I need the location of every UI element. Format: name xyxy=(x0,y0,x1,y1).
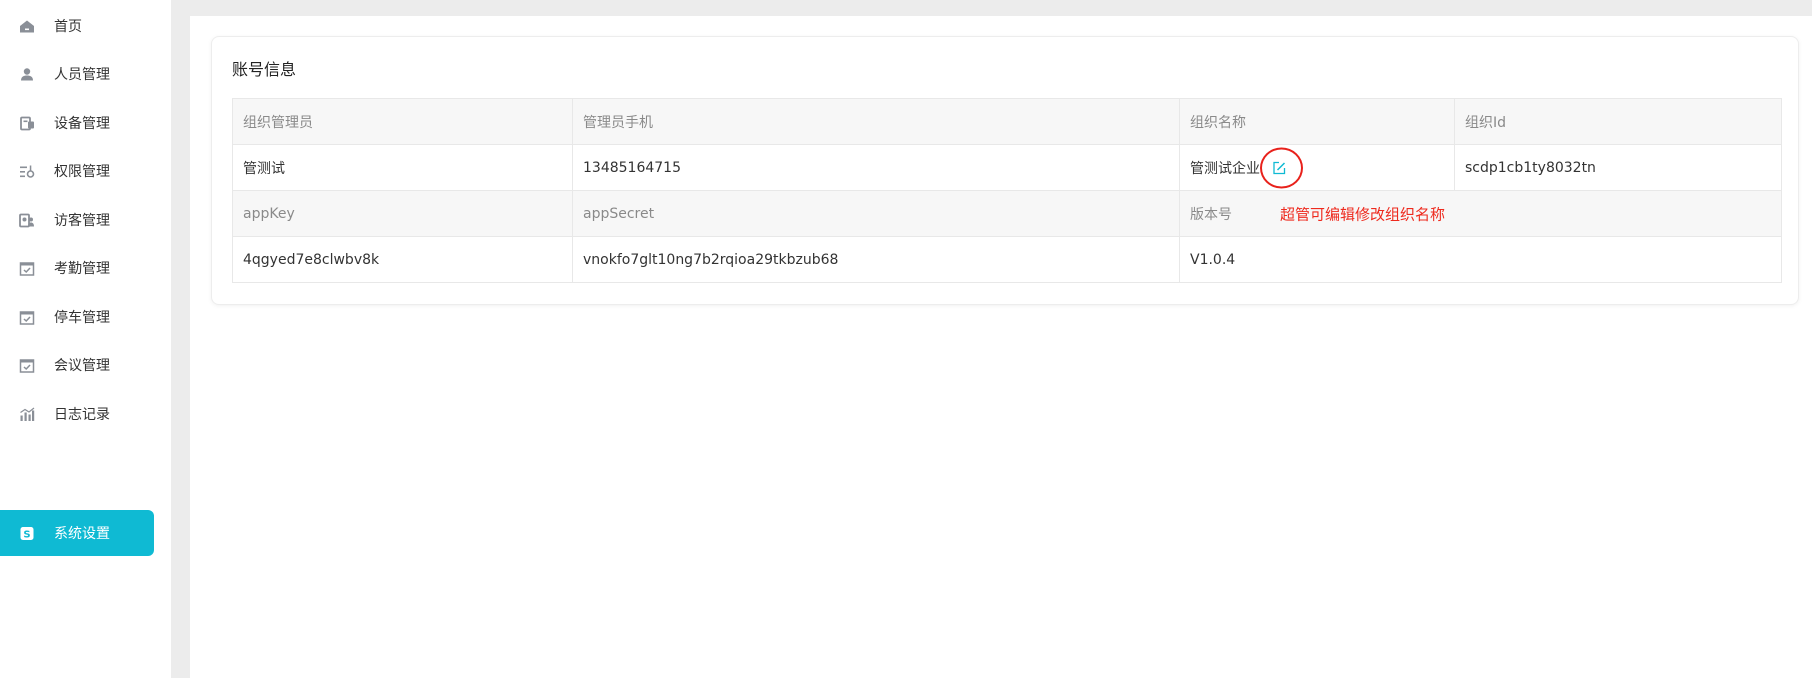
value-version: V1.0.4 xyxy=(1179,236,1782,283)
sidebar-item-settings[interactable]: S 系统设置 xyxy=(0,510,154,556)
sidebar-item-label: 会议管理 xyxy=(54,358,110,374)
sidebar-item-home[interactable]: 首页 xyxy=(0,3,154,49)
sidebar-item-label: 设备管理 xyxy=(54,116,110,132)
value-app-secret: vnokfo7glt10ng7b2rqioa29tkbzub68 xyxy=(572,236,1180,283)
header-org-id: 组织Id xyxy=(1454,98,1782,145)
calendar-check-icon xyxy=(18,260,35,277)
sidebar-item-label: 访客管理 xyxy=(54,213,110,229)
sidebar-item-personnel[interactable]: 人员管理 xyxy=(0,51,154,97)
visitor-icon xyxy=(18,212,35,229)
header-admin-phone: 管理员手机 xyxy=(572,98,1180,145)
sidebar-item-label: 首页 xyxy=(54,19,82,35)
user-icon xyxy=(18,66,35,83)
table-row: 4qgyed7e8clwbv8k vnokfo7glt10ng7b2rqioa2… xyxy=(232,236,1782,283)
main-content: 账号信息 组织管理员 管理员手机 组织名称 组织Id 管测试 134851647… xyxy=(190,16,1812,678)
sidebar-item-logs[interactable]: 日志记录 xyxy=(0,391,154,437)
sidebar-item-label: 日志记录 xyxy=(54,407,110,423)
table-row: 管测试 13485164715 管测试企业 scdp1cb1ty8032tn xyxy=(232,144,1782,191)
sidebar-item-label: 人员管理 xyxy=(54,67,110,83)
sidebar-item-label: 系统设置 xyxy=(54,526,110,542)
annotation-note: 超管可编辑修改组织名称 xyxy=(1280,205,1446,223)
sidebar-item-label: 考勤管理 xyxy=(54,261,110,277)
table-row: 组织管理员 管理员手机 组织名称 组织Id xyxy=(232,98,1782,145)
content-gutter xyxy=(171,0,190,678)
header-app-key: appKey xyxy=(232,190,573,237)
header-version-cell: 版本号 超管可编辑修改组织名称 xyxy=(1179,190,1782,237)
header-version: 版本号 xyxy=(1190,206,1232,223)
sidebar-item-parking[interactable]: 停车管理 xyxy=(0,294,154,340)
value-org-id: scdp1cb1ty8032tn xyxy=(1454,144,1782,191)
value-org-name-cell: 管测试企业 xyxy=(1179,144,1455,191)
calendar-check-icon xyxy=(18,309,35,326)
sidebar: 首页 人员管理 设备管理 权限管理 访客管理 考勤管理 停车管理 会议管理 日志… xyxy=(0,0,171,678)
home-icon xyxy=(18,18,35,35)
account-info-card: 账号信息 组织管理员 管理员手机 组织名称 组织Id 管测试 134851647… xyxy=(211,36,1799,305)
device-icon xyxy=(18,115,35,132)
sidebar-item-attendance[interactable]: 考勤管理 xyxy=(0,245,154,291)
account-info-table: 组织管理员 管理员手机 组织名称 组织Id 管测试 13485164715 管测… xyxy=(232,98,1782,283)
header-org-admin: 组织管理员 xyxy=(232,98,573,145)
sidebar-item-devices[interactable]: 设备管理 xyxy=(0,100,154,146)
chart-icon xyxy=(18,406,35,423)
card-title: 账号信息 xyxy=(232,60,297,79)
calendar-check-icon xyxy=(18,357,35,374)
value-app-key: 4qgyed7e8clwbv8k xyxy=(232,236,573,283)
svg-text:S: S xyxy=(23,529,30,540)
sidebar-item-meetings[interactable]: 会议管理 xyxy=(0,342,154,388)
value-admin-phone: 13485164715 xyxy=(572,144,1180,191)
edit-icon[interactable] xyxy=(1272,161,1286,175)
value-org-name: 管测试企业 xyxy=(1190,160,1260,177)
sidebar-item-label: 权限管理 xyxy=(54,164,110,180)
header-app-secret: appSecret xyxy=(572,190,1180,237)
sidebar-item-label: 停车管理 xyxy=(54,310,110,326)
header-org-name: 组织名称 xyxy=(1179,98,1455,145)
table-row: appKey appSecret 版本号 超管可编辑修改组织名称 xyxy=(232,190,1782,237)
permission-icon xyxy=(18,163,35,180)
sidebar-item-visitors[interactable]: 访客管理 xyxy=(0,197,154,243)
settings-s-icon: S xyxy=(18,525,35,542)
value-org-admin: 管测试 xyxy=(232,144,573,191)
sidebar-item-permissions[interactable]: 权限管理 xyxy=(0,148,154,194)
